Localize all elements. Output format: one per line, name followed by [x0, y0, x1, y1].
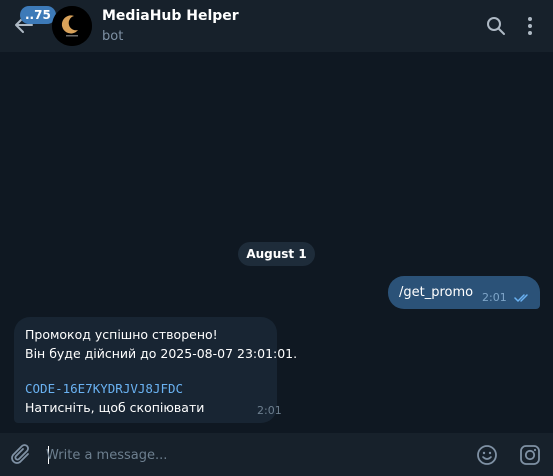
chat-header: ..75 MediaHub Helper bot: [0, 0, 553, 52]
date-separator: August 1: [238, 242, 315, 266]
unread-count-badge: ..75: [20, 6, 56, 24]
emoji-icon: [477, 445, 497, 465]
outgoing-message[interactable]: /get_promo 2:01: [388, 276, 540, 309]
emoji-button[interactable]: [476, 444, 498, 470]
copy-hint: Натисніть, щоб скопіювати: [25, 400, 205, 415]
promo-code-text[interactable]: CODE-16E7KYDRJVJ8JFDC: [25, 381, 183, 396]
attach-button[interactable]: [10, 443, 32, 471]
composer-bar: [0, 433, 553, 476]
paperclip-icon: [11, 444, 29, 464]
chat-subtitle: bot: [102, 29, 124, 44]
double-check-icon: [514, 294, 528, 302]
search-icon: [487, 17, 505, 35]
avatar[interactable]: [52, 6, 92, 46]
message-line: Він буде дійсний до 2025-08-07 23:01:01.: [25, 346, 298, 361]
instagram-button[interactable]: [519, 444, 541, 470]
instagram-icon: [520, 445, 540, 465]
promo-code[interactable]: CODE-16E7KYDRJVJ8JFDC: [25, 381, 183, 396]
message-time: 2:01: [257, 404, 282, 417]
message-line: Промокод успішно створено!: [25, 327, 218, 342]
chat-title: MediaHub Helper: [102, 8, 239, 24]
incoming-message[interactable]: Промокод успішно створено! Він буде дійс…: [14, 317, 297, 423]
search-button[interactable]: [486, 16, 506, 40]
more-vertical-icon: [528, 17, 532, 35]
message-time: 2:01: [482, 291, 507, 304]
moon-logo-icon: [52, 6, 92, 46]
more-button[interactable]: [523, 16, 537, 40]
message-text: /get_promo: [399, 285, 474, 300]
message-input[interactable]: [46, 442, 456, 468]
